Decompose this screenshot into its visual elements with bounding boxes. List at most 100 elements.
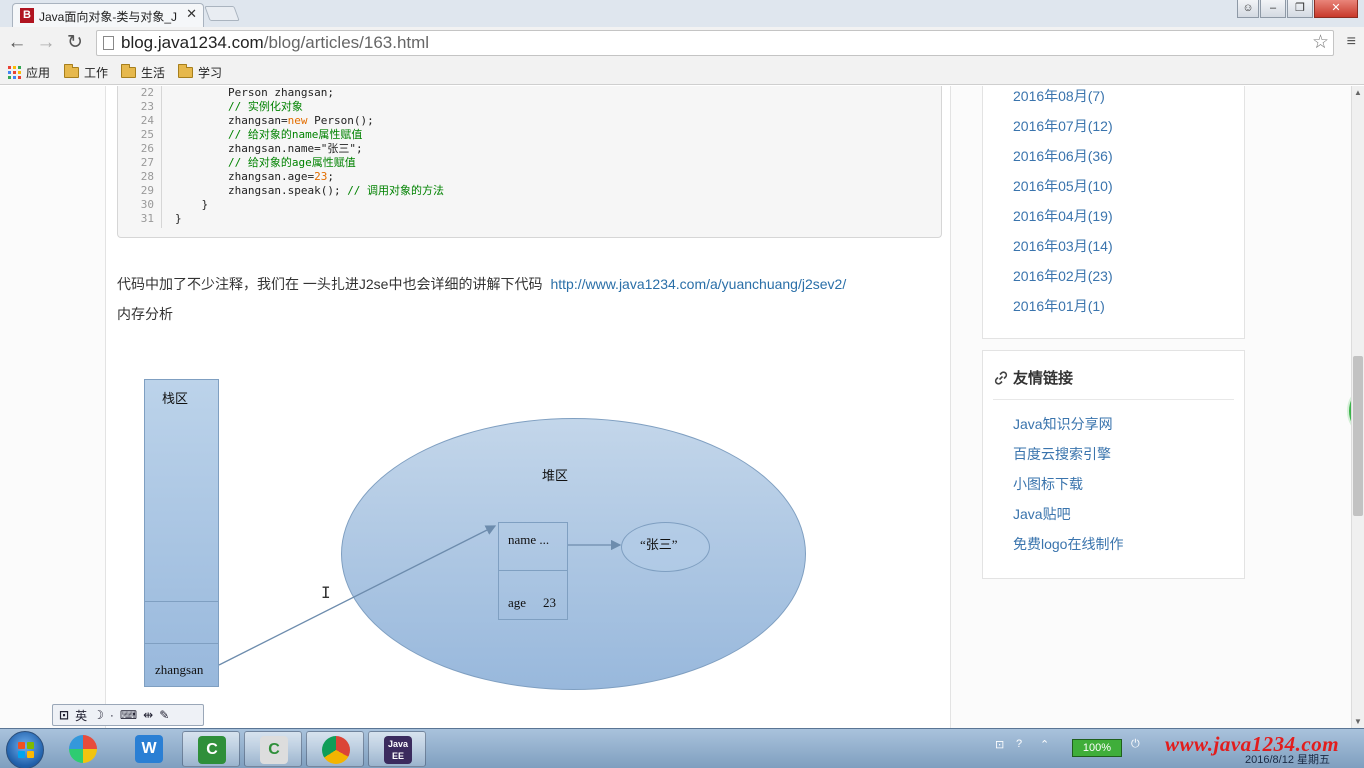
taskbar-app-camtasia-2[interactable]: C — [244, 731, 302, 767]
eclipse-javaee-icon: Java EE — [384, 736, 412, 764]
bookmark-label: 工作 — [84, 65, 109, 80]
moon-icon[interactable]: ☽ — [93, 708, 104, 722]
punctuation-icon[interactable]: · — [110, 708, 114, 722]
archive-month-link[interactable]: 2016年07月(12) — [1013, 116, 1113, 136]
archive-month-link[interactable]: 2016年01月(1) — [1013, 296, 1105, 316]
line-number: 28 — [140, 170, 154, 183]
line-number: 29 — [140, 184, 154, 197]
heap-label: 堆区 — [542, 468, 569, 483]
paragraph-text: 代码中加了不少注释，我们在 一头扎进J2se中也会详细的讲解下代码 — [117, 276, 543, 292]
taskbar-app-wps[interactable]: W — [120, 731, 178, 767]
ime-logo-icon[interactable]: ⊡ — [59, 708, 69, 722]
taskbar-app-chrome[interactable] — [306, 731, 364, 767]
code-line: // 给对象的age属性赋值 — [175, 156, 356, 169]
text-cursor-icon: I — [321, 583, 331, 602]
color-balls-icon — [69, 735, 97, 763]
archive-month-link[interactable]: 2016年04月(19) — [1013, 206, 1113, 226]
keyboard-icon[interactable]: ⌨ — [120, 708, 137, 722]
code-line: zhangsan=new Person(); — [175, 114, 374, 127]
scroll-thumb[interactable] — [1353, 356, 1363, 516]
reload-icon[interactable]: ↻ — [64, 32, 86, 54]
window-controls: ☺ – ❐ ✕ — [1237, 0, 1358, 18]
folder-icon — [64, 63, 79, 78]
tab-strip: B Java面向对象-类与对象_J ✕ ☺ – ❐ ✕ — [0, 0, 1364, 27]
minimize-button[interactable]: – — [1260, 0, 1286, 18]
friend-links-box: 友情链接 Java知识分享网 百度云搜索引擎 小图标下载 Java贴吧免费logo在线… — [982, 350, 1245, 579]
tray-expand-icon[interactable]: ⌃ — [1040, 738, 1049, 751]
scroll-up-icon[interactable]: ▲ — [1354, 88, 1362, 97]
scroll-down-icon[interactable]: ▼ — [1354, 717, 1362, 726]
tray-keyboard-icon[interactable]: ⊡ — [995, 738, 1004, 751]
page-icon — [103, 36, 114, 50]
maximize-button[interactable]: ❐ — [1287, 0, 1313, 18]
field-name-label: name ... — [508, 532, 550, 547]
friend-link[interactable]: Java贴吧 — [1013, 504, 1071, 524]
archive-month-link[interactable]: 2016年08月(7) — [1013, 86, 1105, 106]
taskbar-app-launcher[interactable] — [54, 731, 112, 767]
code-line: Person zhangsan; — [175, 86, 334, 99]
stack-divider — [145, 601, 218, 602]
line-number: 31 — [140, 212, 154, 225]
line-number: 22 — [140, 86, 154, 99]
address-bar[interactable]: blog.java1234.com/blog/articles/163.html… — [96, 30, 1334, 56]
code-block: 22 Person zhangsan; 23 // 实例化对象 24 zhangsa… — [117, 86, 942, 238]
bookmark-star-icon[interactable]: ☆ — [1312, 31, 1329, 54]
bookmark-folder-life[interactable]: 生活 — [121, 63, 165, 81]
new-tab-button[interactable] — [204, 6, 240, 21]
line-number: 30 — [140, 198, 154, 211]
battery-indicator[interactable]: 100% — [1072, 739, 1122, 757]
browser-toolbar: ← → ↻ blog.java1234.com/blog/articles/16… — [0, 27, 1364, 59]
settings-icon[interactable]: ⇹ — [143, 708, 153, 722]
menu-icon[interactable]: ≡ — [1347, 33, 1356, 51]
page-viewport: 22 Person zhangsan; 23 // 实例化对象 24 zhangsa… — [0, 86, 1351, 728]
taskbar: W C C Java EE ⊡ ? ⌃ 100% ⏻ www.java1234.… — [0, 728, 1364, 768]
object-divider — [499, 570, 567, 571]
browser-tab[interactable]: B Java面向对象-类与对象_J ✕ — [12, 3, 204, 27]
user-icon[interactable]: ☺ — [1237, 0, 1259, 18]
clock-date[interactable]: 2016/8/12 星期五 — [1245, 751, 1330, 767]
taskbar-app-camtasia-1[interactable]: C — [182, 731, 240, 767]
power-plug-icon[interactable]: ⏻ — [1131, 738, 1140, 751]
taskbar-app-eclipse[interactable]: Java EE — [368, 731, 426, 767]
wrench-icon[interactable]: ✎ — [159, 708, 169, 722]
section-label: 内存分析 — [117, 306, 173, 322]
ime-lang-toggle[interactable]: 英 — [75, 707, 87, 724]
chrome-icon — [322, 736, 350, 764]
bookmark-folder-work[interactable]: 工作 — [64, 63, 108, 81]
page-scrollbar[interactable]: ▲ ▼ — [1351, 86, 1364, 728]
url-path: /blog/articles/163.html — [263, 33, 430, 52]
link-icon — [994, 370, 1008, 385]
friend-links-title: 友情链接 — [1013, 370, 1074, 387]
bookmark-folder-study[interactable]: 学习 — [178, 63, 222, 81]
heap-region — [341, 418, 806, 690]
archive-month-link[interactable]: 2016年03月(14) — [1013, 236, 1113, 256]
friend-link[interactable]: Java知识分享网 — [1013, 414, 1113, 434]
code-line: // 给对象的name属性赋值 — [175, 128, 363, 141]
line-number: 23 — [140, 100, 154, 113]
archive-month-link[interactable]: 2016年02月(23) — [1013, 266, 1113, 286]
url-host: blog.java1234.com — [121, 33, 264, 52]
forward-arrow-icon[interactable]: → — [35, 32, 57, 54]
bookmarks-bar: 应用 工作 生活 学习 — [0, 59, 1364, 85]
archive-month-link[interactable]: 2016年06月(36) — [1013, 146, 1113, 166]
bookmark-apps[interactable]: 应用 — [8, 63, 50, 81]
ime-toolbar: ⊡ 英 ☽ · ⌨ ⇹ ✎ — [52, 704, 204, 726]
stack-divider — [145, 643, 218, 644]
j2se-course-link[interactable]: http://www.java1234.com/a/yuanchuang/j2s… — [550, 276, 846, 292]
archive-month-link[interactable]: 2016年05月(10) — [1013, 176, 1113, 196]
bookmark-label: 应用 — [26, 65, 51, 80]
friend-link[interactable]: 免费logo在线制作 — [1013, 534, 1123, 554]
tab-close-icon[interactable]: ✕ — [186, 6, 197, 22]
help-icon[interactable]: ? — [1016, 738, 1022, 750]
line-number: 24 — [140, 114, 154, 127]
url-text[interactable]: blog.java1234.com/blog/articles/163.html — [121, 33, 429, 53]
back-arrow-icon[interactable]: ← — [6, 32, 28, 54]
start-button[interactable] — [6, 731, 44, 768]
code-line: zhangsan.speak(); // 调用对象的方法 — [175, 184, 445, 197]
apps-grid-icon — [8, 65, 21, 79]
folder-icon — [121, 63, 136, 78]
friend-link[interactable]: 百度云搜索引擎 — [1013, 444, 1111, 464]
close-window-button[interactable]: ✕ — [1314, 0, 1358, 18]
code-line: zhangsan.name="张三"; — [175, 142, 363, 155]
friend-link[interactable]: 小图标下载 — [1013, 474, 1083, 494]
